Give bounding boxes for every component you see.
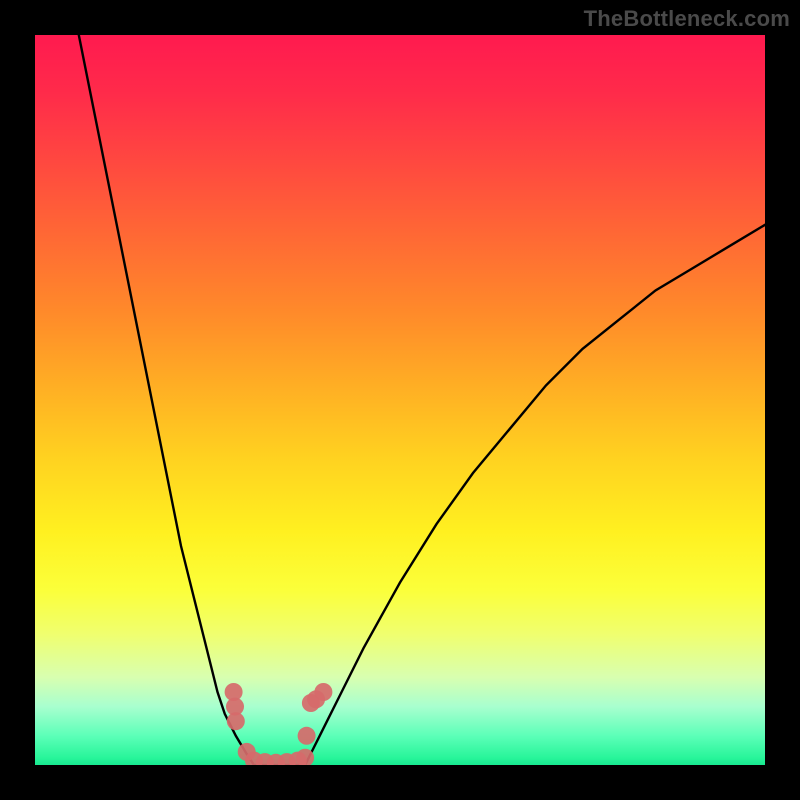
right-curve: [305, 225, 765, 765]
left-curve: [79, 35, 254, 765]
plot-area: [35, 35, 765, 765]
marker-dots-group: [225, 683, 333, 765]
chart-svg: [35, 35, 765, 765]
chart-frame: TheBottleneck.com: [0, 0, 800, 800]
marker-dot: [227, 712, 245, 730]
marker-dot: [314, 683, 332, 701]
marker-dot: [298, 727, 316, 745]
watermark-text: TheBottleneck.com: [584, 6, 790, 32]
curve-layer: [79, 35, 765, 765]
